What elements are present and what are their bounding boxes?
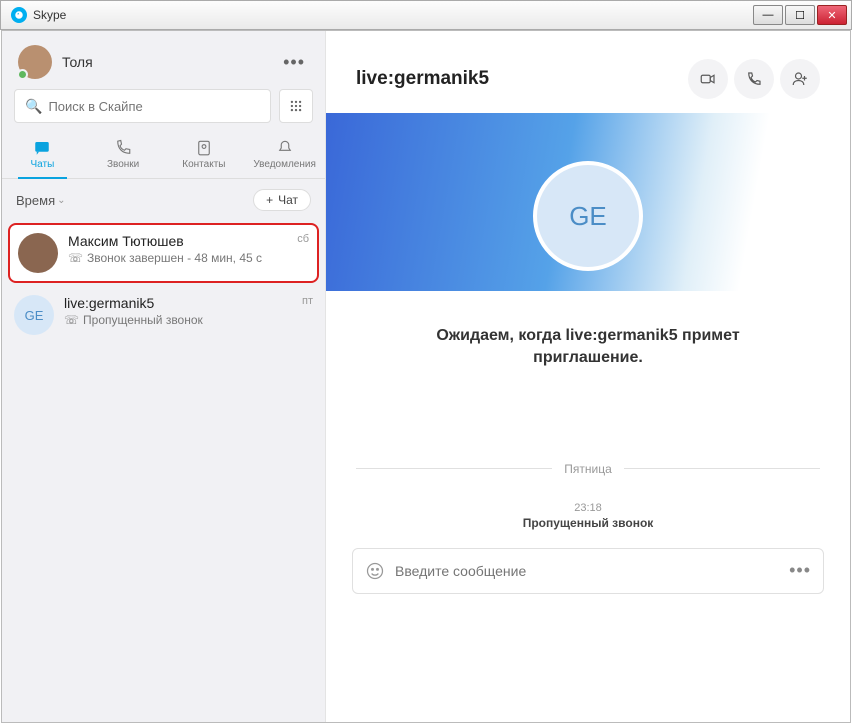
phone-icon <box>745 70 763 88</box>
profile-row: Толя ••• <box>2 31 325 89</box>
chat-item-germanik[interactable]: GE live:germanik5 пт ☏ Пропущенный звоно… <box>2 285 325 345</box>
chat-time: пт <box>302 295 313 311</box>
titlebar: Skype — ☐ ✕ <box>0 0 852 30</box>
header-actions <box>688 59 820 99</box>
filter-dropdown[interactable]: Время ⌄ <box>16 193 66 208</box>
bell-icon <box>276 139 294 157</box>
tab-label: Звонки <box>107 159 139 170</box>
emoji-button[interactable] <box>365 561 385 581</box>
message-composer: ••• <box>352 548 824 594</box>
chat-subtitle: Звонок завершен - 48 мин, 45 с <box>87 251 262 265</box>
search-icon: 🔍 <box>25 98 42 115</box>
contacts-icon <box>195 139 213 157</box>
tab-notifications[interactable]: Уведомления <box>244 133 325 178</box>
video-icon <box>699 70 717 88</box>
chat-item-maxim[interactable]: Максим Тютюшев сб ☏ Звонок завершен - 48… <box>8 223 319 283</box>
composer-more-icon[interactable]: ••• <box>789 560 811 581</box>
profile-name[interactable]: Толя <box>62 54 93 70</box>
app-body: Толя ••• 🔍 Чаты Звонки <box>1 30 851 723</box>
window-title: Skype <box>33 8 66 22</box>
profile-more-icon[interactable]: ••• <box>279 48 309 77</box>
conversation-pane: live:germanik5 GE Ожидаем, когда live:ge <box>326 31 850 722</box>
presence-dot <box>17 69 28 80</box>
audio-call-button[interactable] <box>734 59 774 99</box>
emoji-icon <box>365 561 385 581</box>
waiting-message: Ожидаем, когда live:germanik5 примет при… <box>326 291 850 390</box>
conversation-title: live:germanik5 <box>356 68 489 90</box>
contact-name: Максим Тютюшев <box>68 233 184 249</box>
contact-avatar: GE <box>14 295 54 335</box>
nav-tabs: Чаты Звонки Контакты Уведомления <box>2 133 325 179</box>
maximize-button[interactable]: ☐ <box>785 5 815 25</box>
missed-call-icon: ☏ <box>64 313 79 327</box>
call-icon: ☏ <box>68 251 83 265</box>
contact-avatar <box>18 233 58 273</box>
add-user-icon <box>791 70 809 88</box>
tab-label: Чаты <box>30 159 54 170</box>
skype-icon <box>11 7 27 23</box>
video-call-button[interactable] <box>688 59 728 99</box>
chat-item-body: live:germanik5 пт ☏ Пропущенный звонок <box>64 295 313 335</box>
phone-icon <box>114 139 132 157</box>
chat-list: Максим Тютюшев сб ☏ Звонок завершен - 48… <box>2 221 325 722</box>
new-chat-button[interactable]: + Чат <box>253 189 311 211</box>
missed-call-label: Пропущенный звонок <box>326 516 850 530</box>
add-contact-button[interactable] <box>780 59 820 99</box>
skype-window: Skype — ☐ ✕ Толя ••• 🔍 <box>0 0 852 724</box>
chat-subtitle: Пропущенный звонок <box>83 313 203 327</box>
plus-icon: + <box>266 193 273 207</box>
profile-banner: GE <box>326 113 850 291</box>
conversation-header: live:germanik5 <box>326 31 850 113</box>
avatar[interactable] <box>18 45 52 79</box>
banner-avatar: GE <box>533 161 643 271</box>
sidebar: Толя ••• 🔍 Чаты Звонки <box>2 31 326 722</box>
chat-item-body: Максим Тютюшев сб ☏ Звонок завершен - 48… <box>68 233 309 273</box>
search-input[interactable] <box>48 99 260 114</box>
tab-contacts[interactable]: Контакты <box>164 133 245 178</box>
chat-time: сб <box>297 233 309 249</box>
filter-row: Время ⌄ + Чат <box>2 179 325 221</box>
missed-call-time: 23:18 <box>326 502 850 514</box>
window-controls: — ☐ ✕ <box>753 5 847 25</box>
close-button[interactable]: ✕ <box>817 5 847 25</box>
date-divider: Пятница <box>326 462 850 486</box>
dialpad-button[interactable] <box>279 89 313 123</box>
tab-calls[interactable]: Звонки <box>83 133 164 178</box>
tab-label: Уведомления <box>253 159 316 170</box>
message-input[interactable] <box>395 563 779 579</box>
search-row: 🔍 <box>2 89 325 133</box>
chat-icon <box>33 139 51 157</box>
chevron-down-icon: ⌄ <box>57 195 65 206</box>
contact-name: live:germanik5 <box>64 295 154 311</box>
search-box[interactable]: 🔍 <box>14 89 271 123</box>
tab-chats[interactable]: Чаты <box>2 133 83 178</box>
message-area: Пятница 23:18 Пропущенный звонок <box>326 462 850 530</box>
minimize-button[interactable]: — <box>753 5 783 25</box>
tab-label: Контакты <box>182 159 225 170</box>
